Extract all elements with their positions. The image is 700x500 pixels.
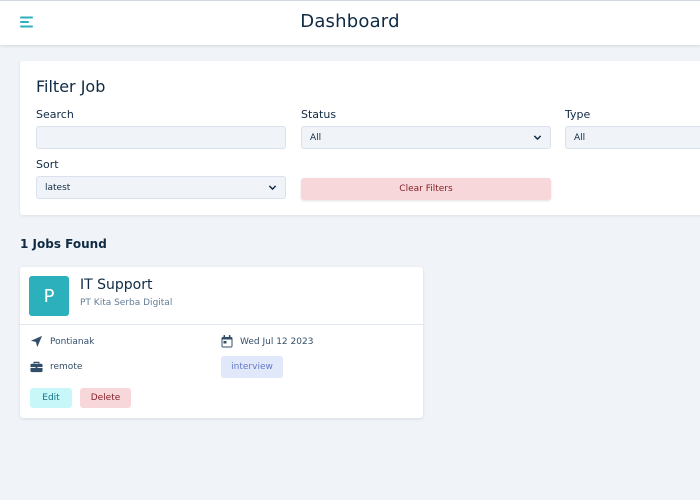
type-select-value: All — [574, 132, 586, 143]
briefcase-icon — [30, 361, 43, 373]
company-avatar: P — [29, 276, 69, 316]
job-type: remote — [30, 361, 82, 373]
job-date-text: Wed Jul 12 2023 — [240, 336, 314, 347]
page-title: Dashboard — [300, 11, 400, 32]
edit-job-button[interactable]: Edit — [30, 388, 72, 408]
calendar-icon — [221, 335, 233, 348]
status-label: Status — [301, 108, 337, 121]
status-select-value: All — [310, 132, 322, 143]
chevron-down-icon — [268, 185, 277, 191]
job-location: Pontianak — [30, 335, 94, 348]
chevron-down-icon — [533, 135, 542, 141]
status-select[interactable]: All — [301, 126, 551, 149]
job-date: Wed Jul 12 2023 — [221, 335, 313, 348]
delete-job-button[interactable]: Delete — [80, 388, 131, 408]
company-name: PT Kita Serba Digital — [80, 298, 173, 308]
job-card: P IT Support PT Kita Serba Digital Ponti… — [20, 267, 423, 418]
sort-select[interactable]: latest — [36, 176, 286, 199]
sort-label: Sort — [36, 158, 59, 171]
status-badge: interview — [221, 356, 283, 378]
filter-title: Filter Job — [36, 77, 106, 96]
clear-filters-button[interactable]: Clear Filters — [301, 178, 551, 200]
location-arrow-icon — [30, 335, 43, 348]
type-label: Type — [565, 108, 591, 121]
job-location-text: Pontianak — [50, 336, 95, 347]
top-navbar: Dashboard — [0, 0, 700, 45]
filter-form: Filter Job Search Status All Type All So… — [20, 61, 700, 215]
jobs-found-count: 1 Jobs Found — [20, 237, 107, 251]
search-input[interactable] — [36, 126, 286, 149]
job-card-header: P IT Support PT Kita Serba Digital — [20, 267, 423, 325]
search-label: Search — [36, 108, 74, 121]
job-type-text: remote — [50, 362, 83, 372]
job-title: IT Support — [80, 277, 153, 293]
type-select[interactable]: All — [565, 126, 700, 149]
sort-select-value: latest — [45, 182, 71, 193]
